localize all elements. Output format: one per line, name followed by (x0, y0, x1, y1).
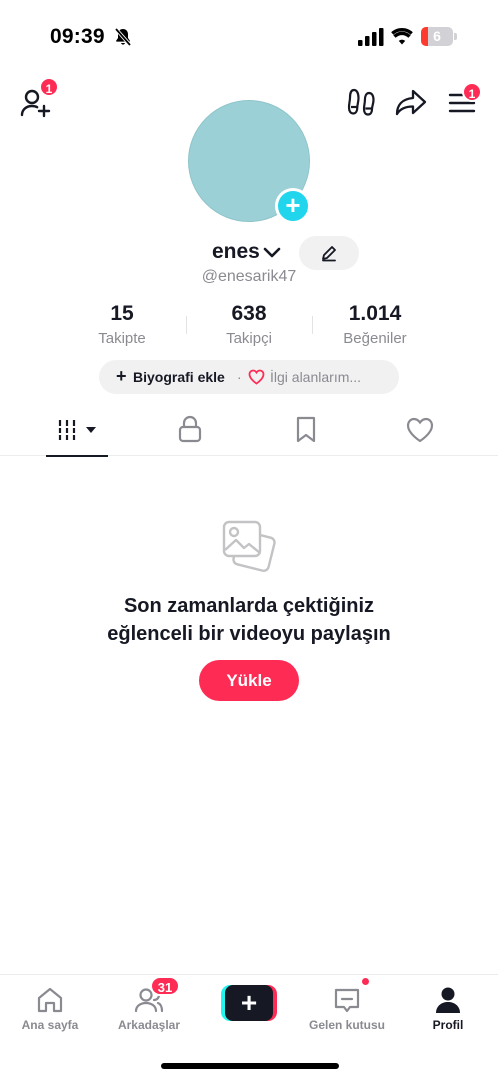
friends-badge: 31 (150, 976, 180, 996)
upload-button[interactable]: Yükle (199, 660, 299, 701)
nav-inbox[interactable]: Gelen kutusu (302, 981, 392, 1032)
profile-stats: 15 Takipte 638 Takipçi 1.014 Beğeniler (0, 302, 498, 352)
home-indicator (161, 1063, 339, 1069)
footprint-icon[interactable] (347, 88, 377, 116)
tab-private[interactable] (170, 408, 210, 456)
profile-icon (436, 987, 460, 1013)
empty-title-line2: eğlenceli bir videoyu paylaşın (107, 623, 391, 645)
status-bar: 09:39 6 (0, 0, 498, 72)
nav-home[interactable]: Ana sayfa (5, 981, 95, 1032)
nav-friends-label: Arkadaşlar (117, 1018, 181, 1032)
share-icon[interactable] (395, 88, 427, 116)
battery-level: 6 (433, 28, 441, 44)
add-friend-badge: 1 (39, 77, 59, 97)
home-icon (37, 987, 63, 1013)
bookmark-icon (296, 416, 316, 443)
bio-pill[interactable]: + Biyografi ekle · İlgi alanlarım... (99, 360, 399, 394)
empty-title-line1: Son zamanlarda çektiğiniz (123, 595, 375, 617)
nav-profile[interactable]: Profil (403, 981, 493, 1032)
signal-icon (358, 28, 384, 46)
stat-following[interactable]: 15 Takipte (62, 302, 182, 347)
nav-profile-label: Profil (432, 1018, 464, 1032)
avatar-add-button[interactable]: + (275, 188, 311, 224)
edit-profile-button[interactable] (299, 236, 359, 270)
battery-icon: 6 (421, 27, 457, 46)
create-button[interactable]: + (221, 985, 277, 1021)
heart-icon (406, 417, 434, 443)
stat-value: 1.014 (348, 302, 402, 325)
tab-liked[interactable] (400, 408, 440, 456)
heart-icon (248, 369, 265, 385)
chevron-down-icon[interactable] (263, 245, 281, 259)
profile-tabs (0, 408, 498, 457)
nav-inbox-label: Gelen kutusu (308, 1018, 385, 1032)
inbox-icon (334, 988, 360, 1013)
nav-home-label: Ana sayfa (21, 1018, 79, 1032)
stat-divider (312, 316, 313, 334)
stat-label: Takipte (98, 330, 146, 347)
menu-badge: 1 (462, 82, 482, 102)
plus-icon: + (116, 366, 127, 386)
bio-separator: · (237, 369, 242, 385)
inbox-notification-dot (360, 976, 371, 987)
create-plus: + (225, 985, 273, 1021)
tab-saved[interactable] (286, 408, 326, 456)
tab-videos[interactable] (46, 408, 108, 457)
stat-label: Beğeniler (343, 330, 407, 347)
name-row: enes (0, 236, 498, 270)
interests-button[interactable]: İlgi alanlarım... (270, 369, 361, 385)
add-bio-button[interactable]: Biyografi ekle (133, 369, 225, 385)
user-handle: @enesarik47 (201, 268, 297, 285)
status-time: 09:39 (50, 25, 105, 48)
stat-divider (186, 316, 187, 334)
lock-icon (178, 415, 202, 443)
stat-value: 15 (110, 302, 134, 325)
stat-label: Takipçi (226, 330, 272, 347)
nav-friends[interactable]: Arkadaşlar (104, 981, 194, 1032)
stat-followers[interactable]: 638 Takipçi (189, 302, 309, 347)
photo-stack-icon (222, 520, 276, 572)
videos-grid-icon (58, 420, 96, 440)
empty-state-title: Son zamanlarda çektiğiniz eğlenceli bir … (0, 592, 498, 648)
stat-likes[interactable]: 1.014 Beğeniler (315, 302, 435, 347)
bell-slash-icon (114, 27, 132, 47)
stat-value: 638 (231, 302, 267, 325)
username[interactable]: enes (212, 240, 260, 264)
wifi-icon (391, 28, 413, 45)
pencil-icon (322, 246, 336, 262)
